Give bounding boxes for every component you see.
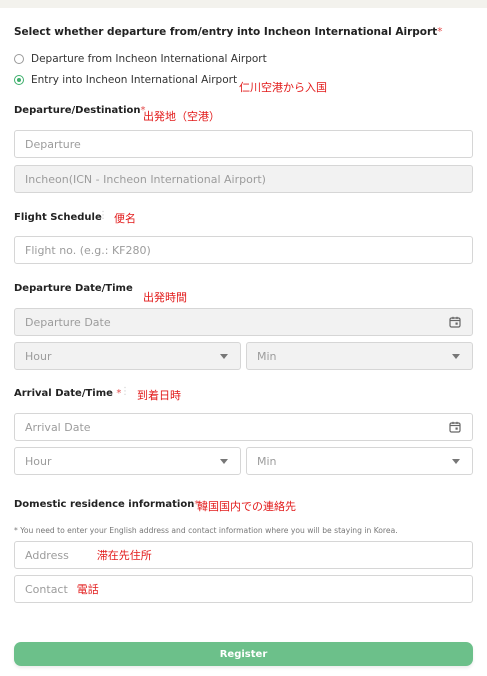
entry-form: Select whether departure from/entry into… [0, 8, 487, 676]
label-text: Flight Schedule [14, 212, 102, 223]
departure-destination-label: Departure/Destination* [14, 105, 146, 116]
departure-datetime-label: Departure Date/Time [14, 283, 133, 294]
label-text: Departure/Destination [14, 105, 141, 116]
label-text: Departure Date/Time [14, 283, 133, 294]
arrival-date-picker[interactable]: Arrival Date [14, 413, 473, 441]
departure-placeholder: Departure [25, 137, 81, 151]
annotation-note: 電話 [76, 583, 99, 596]
divider-tick: ⋮ [98, 210, 108, 221]
label-text: Arrival Date/Time [14, 388, 113, 399]
calendar-icon[interactable] [449, 316, 461, 328]
departure-hour-select[interactable]: Hour [14, 342, 241, 370]
divider-tick: ⋮ [120, 386, 130, 397]
register-button[interactable]: Register [14, 642, 473, 666]
flight-number-placeholder: Flight no. (e.g.: KF280) [25, 243, 151, 257]
min-placeholder: Min [257, 349, 277, 363]
radio-departure-from-incheon[interactable]: Departure from Incheon International Air… [14, 52, 267, 66]
destination-field: Incheon(ICN - Incheon International Airp… [14, 165, 473, 193]
flight-number-input[interactable]: Flight no. (e.g.: KF280) [14, 236, 473, 264]
annotation-note: 出発地（空港） [143, 110, 220, 123]
annotation-note: 到着日時 [137, 389, 181, 402]
radio-label: Departure from Incheon International Air… [31, 53, 267, 65]
top-strip [0, 0, 487, 8]
label-text: Domestic residence information [14, 499, 195, 510]
chevron-down-icon [452, 353, 460, 359]
departure-min-select[interactable]: Min [246, 342, 473, 370]
hour-placeholder: Hour [25, 454, 52, 468]
chevron-down-icon [452, 458, 460, 464]
contact-placeholder: Contact [25, 582, 68, 596]
trip-question: Select whether departure from/entry into… [14, 26, 442, 38]
annotation-note: 出発時間 [143, 291, 187, 304]
radio-icon[interactable] [14, 54, 24, 64]
departure-input[interactable]: Departure [14, 130, 473, 158]
required-mark: * [437, 26, 443, 38]
annotation-note: 便名 [114, 212, 136, 225]
arrival-date-placeholder: Arrival Date [25, 420, 91, 434]
arrival-datetime-label: Arrival Date/Time * [14, 388, 121, 399]
annotation-note: 滞在先住所 [96, 549, 152, 562]
calendar-icon[interactable] [449, 421, 461, 433]
residence-label: Domestic residence information* [14, 499, 199, 510]
departure-date-placeholder: Departure Date [25, 315, 111, 329]
hour-placeholder: Hour [25, 349, 52, 363]
residence-hint: * You need to enter your English address… [14, 526, 398, 535]
radio-icon[interactable] [14, 75, 24, 85]
chevron-down-icon [220, 458, 228, 464]
trip-question-text: Select whether departure from/entry into… [14, 26, 438, 38]
address-placeholder: Address [25, 548, 69, 562]
annotation-note: 韓国国内での連絡先 [197, 500, 296, 513]
annotation-note: 仁川空港から入国 [239, 81, 327, 94]
destination-value: Incheon(ICN - Incheon International Airp… [25, 172, 266, 186]
departure-date-picker[interactable]: Departure Date [14, 308, 473, 336]
min-placeholder: Min [257, 454, 277, 468]
radio-entry-into-incheon[interactable]: Entry into Incheon International Airport [14, 73, 237, 87]
arrival-hour-select[interactable]: Hour [14, 447, 241, 475]
radio-label: Entry into Incheon International Airport [31, 74, 238, 86]
arrival-min-select[interactable]: Min [246, 447, 473, 475]
address-input[interactable]: Address 滞在先住所 [14, 541, 473, 569]
contact-input[interactable]: Contact 電話 [14, 575, 473, 603]
flight-schedule-label: Flight Schedule [14, 212, 102, 223]
chevron-down-icon [220, 353, 228, 359]
